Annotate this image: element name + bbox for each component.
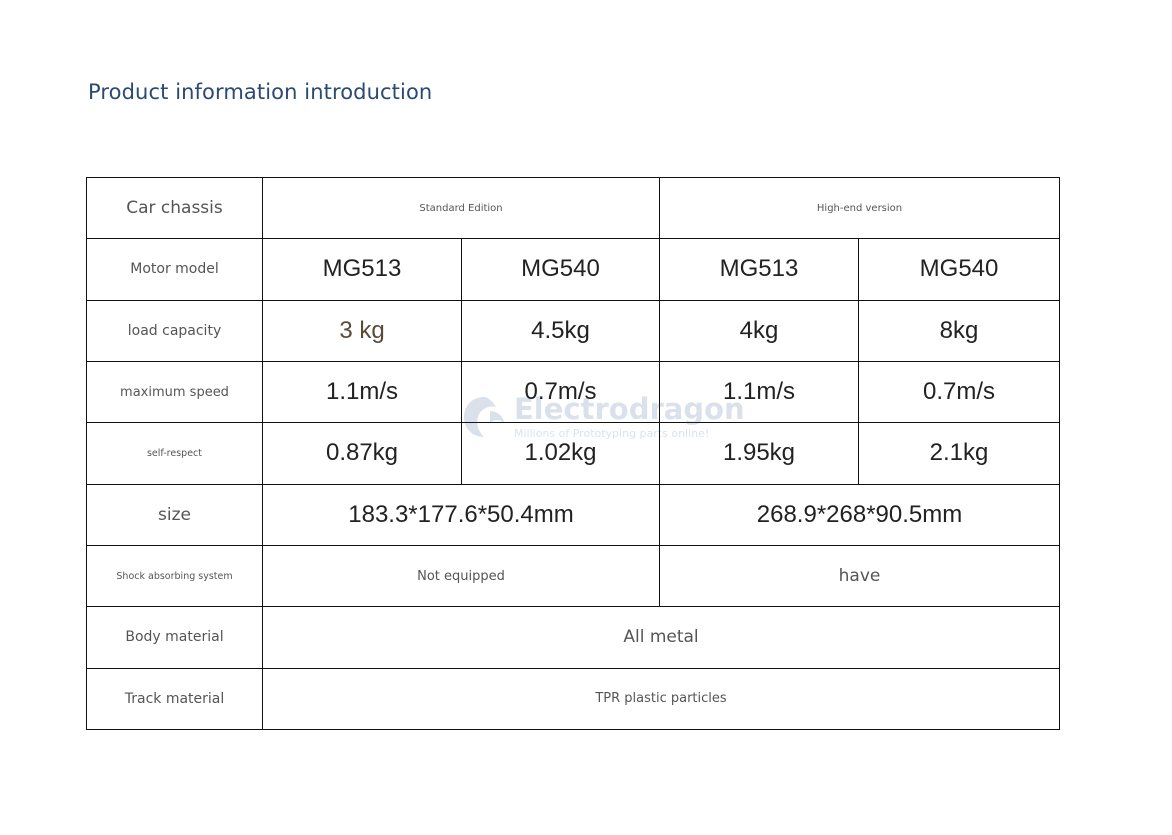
row-load-capacity: load capacity 3 kg 4.5kg 4kg 8kg [86, 299, 1061, 362]
table-cell: Not equipped [262, 544, 660, 608]
row-label-car-chassis: Car chassis [86, 176, 263, 240]
row-label-self-respect: self-respect [86, 422, 263, 485]
row-body-material: Body material All metal [86, 606, 1061, 669]
table-cell: 268.9*268*90.5mm [658, 483, 1061, 546]
table-cell: 4.5kg [461, 299, 660, 362]
row-label-track-material: Track material [86, 667, 263, 731]
table-cell: 0.87kg [262, 422, 462, 485]
table-cell: 8kg [857, 299, 1061, 362]
table-cell: 1.1m/s [659, 360, 859, 424]
table-cell: 0.7m/s [461, 360, 660, 424]
row-label-motor-model: Motor model [86, 238, 263, 301]
table-cell: have [658, 544, 1061, 608]
table-cell: MG540 [857, 238, 1061, 301]
table-cell: 3 kg [262, 299, 462, 362]
table-cell: MG513 [659, 238, 859, 301]
row-car-chassis: Car chassis Standard Edition High-end ve… [86, 176, 1061, 240]
table-cell: 4kg [659, 299, 859, 362]
row-label-maximum-speed: maximum speed [86, 360, 263, 424]
table-cell: 0.7m/s [857, 360, 1061, 424]
row-shock-absorbing: Shock absorbing system Not equipped have [86, 544, 1061, 608]
spec-table: Car chassis Standard Edition High-end ve… [86, 176, 1061, 731]
table-cell: All metal [261, 606, 1061, 669]
row-label-size: size [86, 483, 263, 546]
row-label-body-material: Body material [86, 606, 263, 669]
table-cell: 2.1kg [857, 422, 1061, 485]
table-cell: TPR plastic particles [261, 667, 1061, 731]
row-self-respect: self-respect 0.87kg 1.02kg 1.95kg 2.1kg [86, 422, 1061, 485]
page-title: Product information introduction [88, 80, 433, 104]
table-cell: 1.95kg [659, 422, 859, 485]
row-label-load-capacity: load capacity [86, 299, 263, 362]
row-track-material: Track material TPR plastic particles [86, 667, 1061, 731]
row-motor-model: Motor model MG513 MG540 MG513 MG540 [86, 238, 1061, 301]
table-cell: 1.02kg [461, 422, 660, 485]
row-label-shock-absorbing: Shock absorbing system [86, 544, 263, 608]
high-end-version-header: High-end version [658, 176, 1061, 240]
table-cell: MG540 [461, 238, 660, 301]
row-maximum-speed: maximum speed 1.1m/s 0.7m/s 1.1m/s 0.7m/… [86, 360, 1061, 424]
table-cell: 1.1m/s [262, 360, 462, 424]
standard-edition-header: Standard Edition [262, 176, 660, 240]
table-cell: MG513 [262, 238, 462, 301]
table-cell: 183.3*177.6*50.4mm [262, 483, 660, 546]
row-size: size 183.3*177.6*50.4mm 268.9*268*90.5mm [86, 483, 1061, 546]
